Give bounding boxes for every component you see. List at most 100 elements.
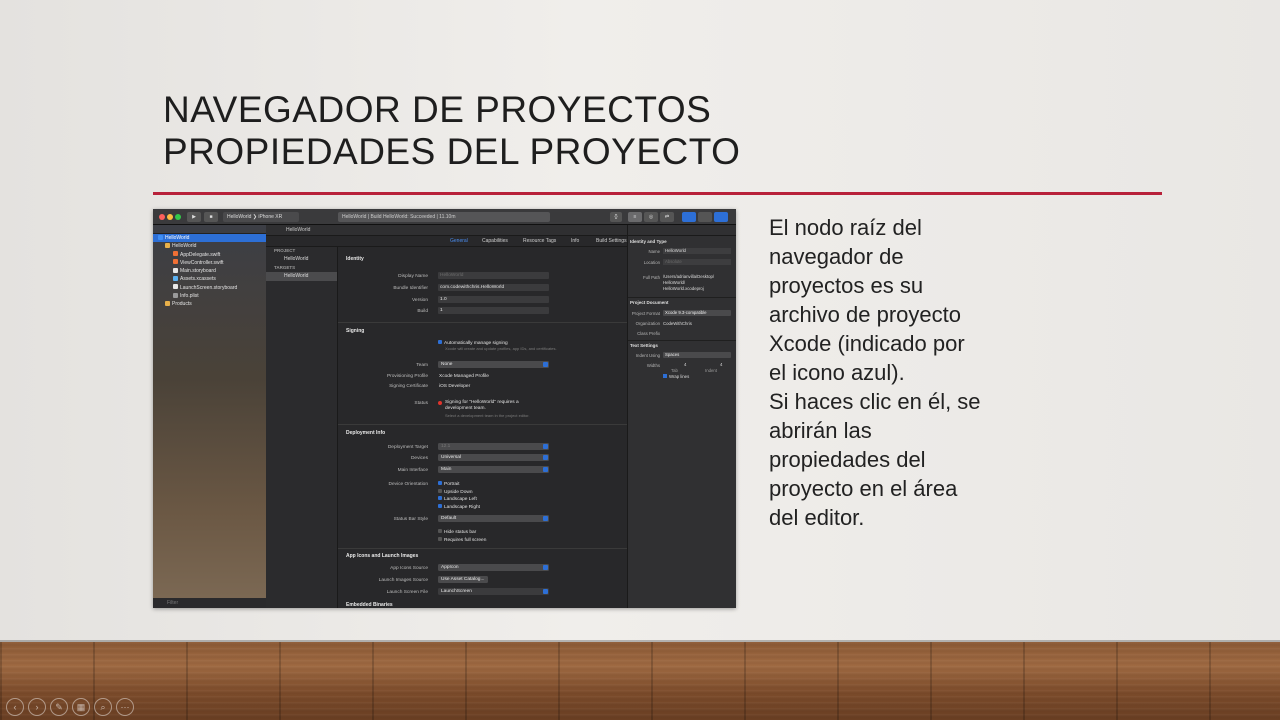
tab-build-settings[interactable]: Build Settings	[596, 236, 627, 247]
full-path-label: Full Path	[643, 275, 660, 280]
next-slide-icon[interactable]: ›	[28, 698, 46, 716]
xcode-screenshot: ▶ ■ HelloWorld ❯ iPhone XR HelloWorld | …	[153, 209, 736, 608]
full-screen-checkbox[interactable]: Requires full screen	[438, 537, 486, 543]
chevron-down-icon	[543, 455, 548, 460]
more-options-icon[interactable]: ⋯	[116, 698, 134, 716]
pen-icon[interactable]: ✎	[50, 698, 68, 716]
target-item[interactable]: HelloWorld	[266, 272, 337, 281]
deployment-target-select[interactable]: 12.1	[438, 443, 549, 450]
full-path-line-3: HelloWorld.xcodeproj	[663, 286, 704, 291]
assistant-editor-icon[interactable]: ◎	[644, 212, 658, 222]
app-icons-select[interactable]: AppIcon	[438, 564, 549, 571]
divider	[628, 297, 736, 298]
embedded-binaries-section[interactable]: Embedded Binaries	[346, 602, 393, 608]
navigator-item[interactable]: ViewController.swift	[153, 259, 266, 267]
navigator-toggle-icon[interactable]	[682, 212, 696, 222]
cert-label: Signing Certificate	[389, 384, 428, 389]
main-interface-select[interactable]: Main	[438, 466, 549, 473]
indent-using-select[interactable]: Spaces	[663, 352, 731, 358]
text-settings-header: Text Settings	[630, 343, 658, 348]
navigator-item[interactable]: Products	[153, 300, 266, 308]
deployment-target-value: 12.1	[441, 444, 451, 449]
version-editor-icon[interactable]: ⇄	[660, 212, 674, 222]
library-icon[interactable]: {}	[610, 212, 622, 222]
tab-width-field[interactable]: 4	[684, 362, 686, 368]
orientation-portrait[interactable]: Portrait	[438, 481, 459, 487]
slides-grid-icon[interactable]: ▦	[72, 698, 90, 716]
widths-label: Widths	[646, 363, 660, 368]
build-field[interactable]: 1	[438, 307, 549, 314]
navigator-item[interactable]: Main.storyboard	[153, 267, 266, 275]
slide-title-line-1: NAVEGADOR DE PROYECTOS	[163, 89, 712, 130]
wooden-floor	[0, 642, 1280, 720]
checkbox-icon	[438, 481, 442, 485]
close-window-icon[interactable]	[159, 214, 165, 220]
editor-tabs: General Capabilities Resource Tags Info …	[266, 236, 627, 247]
stop-icon[interactable]: ■	[204, 212, 218, 222]
body-paragraph: El nodo raíz del navegador de proyectos …	[769, 215, 981, 530]
orientation-landscape-left[interactable]: Landscape Left	[438, 496, 477, 502]
tab-general[interactable]: General	[450, 236, 468, 247]
jump-bar[interactable]: HelloWorld	[266, 225, 627, 236]
navigator-item[interactable]: Assets.xcassets	[153, 275, 266, 283]
deployment-section[interactable]: Deployment Info	[346, 430, 385, 436]
inspector-toggle-icon[interactable]	[714, 212, 728, 222]
wrap-lines-checkbox[interactable]: Wrap lines	[663, 374, 689, 380]
navigator-filter[interactable]: Filter	[153, 598, 266, 608]
version-field[interactable]: 1.0	[438, 296, 549, 303]
devices-value: Universal	[441, 455, 461, 460]
organization-field[interactable]: CodeWithChris	[663, 321, 692, 327]
navigator-item[interactable]: LaunchScreen.storyboard	[153, 284, 266, 292]
organization-label: Organization	[635, 321, 660, 326]
status-message-2: development team.	[445, 406, 486, 411]
navigator-item[interactable]: HelloWorld	[153, 234, 266, 243]
bundle-id-field[interactable]: com.codewithchris.HelloWorld	[438, 284, 549, 291]
navigator-item[interactable]: Info.plist	[153, 292, 266, 300]
zoom-window-icon[interactable]	[175, 214, 181, 220]
tab-info[interactable]: Info	[571, 236, 579, 247]
orientation-landscape-right[interactable]: Landscape Right	[438, 504, 480, 510]
minimize-window-icon[interactable]	[167, 214, 173, 220]
project-header: PROJECT	[274, 248, 296, 253]
hide-status-bar-checkbox[interactable]: Hide status bar	[438, 529, 476, 535]
navigator-tree: HelloWorld HelloWorld AppDelegate.swift Vie…	[153, 234, 266, 309]
tab-resource-tags[interactable]: Resource Tags	[523, 236, 556, 247]
signing-section[interactable]: Signing	[346, 328, 364, 334]
divider	[628, 340, 736, 341]
project-format-select[interactable]: Xcode 9.3-compatible	[663, 310, 731, 316]
launch-screen-value: LaunchScreen	[441, 589, 472, 594]
navigator-item[interactable]: HelloWorld	[153, 242, 266, 250]
assets-file-icon	[173, 275, 178, 281]
previous-slide-icon[interactable]: ‹	[6, 698, 24, 716]
status-bar-select[interactable]: Default	[438, 515, 549, 522]
standard-editor-icon[interactable]: ≡	[628, 212, 642, 222]
play-icon[interactable]: ▶	[187, 212, 201, 222]
orientation-landscape-right-label: Landscape Right	[444, 505, 481, 510]
scheme-selector[interactable]: HelloWorld ❯ iPhone XR	[223, 212, 299, 222]
divider	[338, 424, 627, 425]
indent-width-field[interactable]: 4	[720, 362, 722, 368]
zoom-icon[interactable]: ⌕	[94, 698, 112, 716]
launch-screen-select[interactable]: LaunchScreen	[438, 588, 549, 595]
devices-select[interactable]: Universal	[438, 454, 549, 461]
identity-section[interactable]: Identity	[346, 256, 364, 262]
orientation-upside-down[interactable]: Upside Down	[438, 489, 473, 495]
display-name-field[interactable]: HelloWorld	[438, 272, 549, 279]
name-field[interactable]: HelloWorld	[663, 248, 731, 254]
divider	[338, 322, 627, 323]
app-icons-section[interactable]: App Icons and Launch Images	[346, 553, 418, 559]
storyboard-file-icon	[173, 267, 178, 273]
navigator-item[interactable]: AppDelegate.swift	[153, 251, 266, 259]
team-select[interactable]: None	[438, 361, 549, 368]
folder-file-icon	[165, 300, 170, 306]
launch-images-button[interactable]: Use Asset Catalog...	[438, 576, 488, 583]
project-item[interactable]: HelloWorld	[266, 255, 337, 264]
checkbox-icon	[438, 529, 442, 533]
debug-toggle-icon[interactable]	[698, 212, 712, 222]
folder-file-icon	[165, 242, 170, 248]
tab-capabilities[interactable]: Capabilities	[482, 236, 508, 247]
orientation-upside-down-label: Upside Down	[444, 490, 473, 495]
full-screen-label: Requires full screen	[444, 538, 487, 543]
location-select[interactable]: Absolute	[663, 259, 731, 265]
navigator-item-label: Main.storyboard	[180, 268, 216, 275]
